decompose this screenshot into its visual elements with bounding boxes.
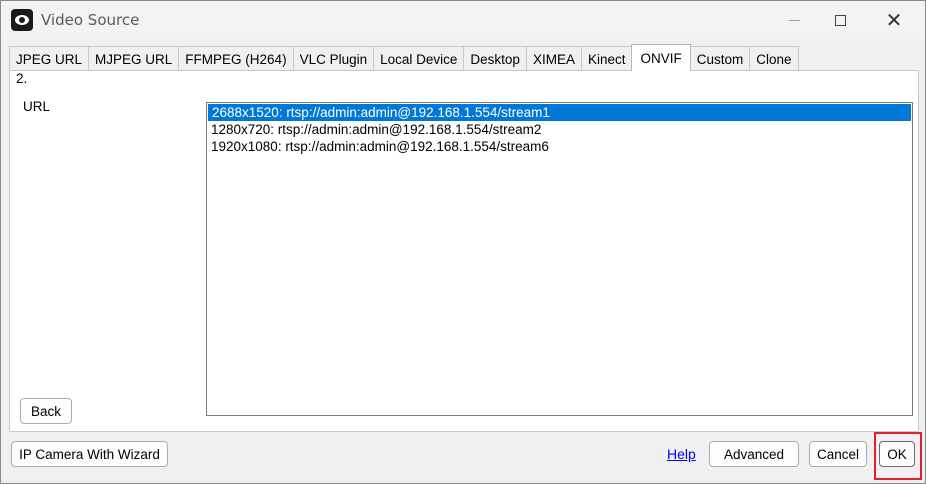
ok-button[interactable]: OK — [879, 441, 915, 467]
tab-ffmpeg[interactable]: FFMPEG (H264) — [178, 46, 294, 71]
maximize-button[interactable] — [817, 1, 863, 39]
video-source-dialog: Video Source ✕ JPEG URL MJPEG URL FFMPEG… — [0, 0, 926, 484]
tab-kinect[interactable]: Kinect — [580, 46, 633, 71]
url-label: URL — [23, 99, 51, 114]
tab-mjpeg-url[interactable]: MJPEG URL — [88, 46, 180, 71]
source-tabs: JPEG URL MJPEG URL FFMPEG (H264) VLC Plu… — [9, 44, 799, 71]
window-title: Video Source — [41, 11, 140, 29]
help-link[interactable]: Help — [667, 446, 696, 462]
stream-item-1[interactable]: 2688x1520: rtsp://admin:admin@192.168.1.… — [208, 104, 911, 121]
tab-ximea[interactable]: XIMEA — [525, 46, 582, 71]
step-number: 2. — [16, 71, 28, 86]
stream-item-2[interactable]: 1280x720: rtsp://admin:admin@192.168.1.5… — [207, 121, 912, 138]
tab-local-device[interactable]: Local Device — [373, 46, 465, 71]
stream-url-list[interactable]: 2688x1520: rtsp://admin:admin@192.168.1.… — [206, 102, 913, 416]
maximize-icon — [834, 14, 846, 26]
tab-custom[interactable]: Custom — [689, 46, 751, 71]
back-button[interactable]: Back — [20, 398, 72, 424]
tab-desktop[interactable]: Desktop — [463, 46, 527, 71]
tab-clone[interactable]: Clone — [749, 46, 799, 71]
stream-item-3[interactable]: 1920x1080: rtsp://admin:admin@192.168.1.… — [207, 138, 912, 155]
minimize-icon — [788, 19, 800, 21]
close-button[interactable]: ✕ — [871, 1, 917, 39]
close-icon: ✕ — [885, 8, 903, 32]
tab-vlc-plugin[interactable]: VLC Plugin — [292, 46, 375, 71]
minimize-button[interactable] — [771, 1, 817, 39]
cancel-button[interactable]: Cancel — [809, 441, 867, 467]
app-eye-icon — [11, 9, 33, 31]
ip-camera-wizard-button[interactable]: IP Camera With Wizard — [11, 441, 168, 467]
advanced-button[interactable]: Advanced — [709, 441, 799, 467]
tab-jpeg-url[interactable]: JPEG URL — [9, 46, 90, 71]
title-bar: Video Source ✕ — [1, 1, 925, 39]
tab-onvif[interactable]: ONVIF — [631, 44, 691, 71]
